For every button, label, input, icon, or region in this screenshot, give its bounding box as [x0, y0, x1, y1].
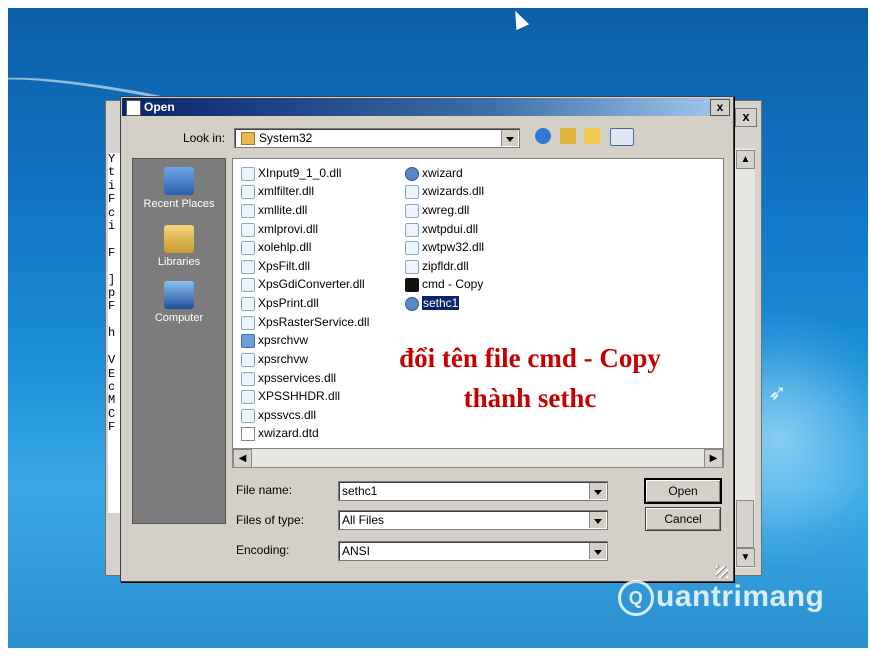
scroll-left-icon[interactable]: ◀: [233, 449, 252, 468]
look-in-combo[interactable]: System32: [234, 128, 520, 148]
scroll-up-icon[interactable]: ▲: [736, 150, 755, 169]
xps-viewer-icon: [241, 333, 255, 348]
folder-icon: [241, 132, 255, 146]
place-label: Recent Places: [143, 198, 215, 210]
files-of-type-label: Files of type:: [236, 513, 305, 527]
dll-icon: [241, 389, 255, 404]
computer-icon: [164, 281, 194, 309]
encoding-select[interactable]: ANSI: [338, 541, 608, 561]
dialog-titlebar[interactable]: Open: [122, 98, 730, 116]
open-button[interactable]: Open: [644, 478, 722, 504]
dll-icon: [241, 315, 255, 330]
scroll-down-icon[interactable]: ▼: [736, 548, 755, 567]
places-bar: Recent Places Libraries Computer: [132, 158, 226, 524]
list-item[interactable]: xpsrchvw: [241, 351, 308, 367]
horizontal-scrollbar[interactable]: ◀ ▶: [232, 448, 724, 468]
files-of-type-select[interactable]: All Files: [338, 510, 608, 530]
view-menu-icon[interactable]: [610, 128, 634, 146]
dialog-title: Open: [144, 100, 175, 114]
dll-icon: [241, 296, 255, 311]
sethc-app-icon: [405, 296, 419, 311]
recent-places-icon: [164, 167, 194, 195]
list-item[interactable]: xolehlp.dll: [241, 239, 311, 255]
resize-grip-icon[interactable]: [716, 566, 728, 578]
chevron-down-icon[interactable]: [589, 483, 606, 499]
list-item[interactable]: xpsservices.dll: [241, 370, 336, 386]
list-item[interactable]: xpsrchvw: [241, 332, 308, 348]
dll-icon: [405, 184, 419, 199]
new-folder-icon[interactable]: [584, 128, 600, 144]
look-in-label: Look in:: [183, 131, 226, 145]
files-of-type-value: All Files: [342, 513, 385, 527]
dll-icon: [241, 408, 255, 423]
encoding-label: Encoding:: [236, 543, 290, 557]
list-item[interactable]: xwizard: [405, 165, 463, 181]
notepad-close-button[interactable]: x: [735, 108, 757, 127]
dll-icon: [241, 371, 255, 386]
watermark-text: uantrimang: [656, 580, 825, 613]
watermark-logo-icon: Q: [618, 580, 654, 617]
list-item[interactable]: xpssvcs.dll: [241, 407, 316, 423]
place-recent[interactable]: Recent Places: [133, 167, 225, 210]
overlay-line-2: thành sethc: [463, 383, 597, 413]
scroll-thumb[interactable]: [736, 500, 754, 548]
up-folder-icon[interactable]: [560, 128, 576, 144]
list-item[interactable]: xwtpw32.dll: [405, 239, 484, 255]
list-item[interactable]: XpsFilt.dll: [241, 258, 310, 274]
list-item[interactable]: xwizards.dll: [405, 183, 484, 199]
dll-icon: [405, 240, 419, 255]
chevron-down-icon[interactable]: [589, 543, 606, 559]
cancel-button[interactable]: Cancel: [645, 507, 721, 531]
list-item[interactable]: XInput9_1_0.dll: [241, 165, 341, 181]
scroll-right-icon[interactable]: ▶: [704, 449, 723, 468]
list-item[interactable]: xmllite.dll: [241, 202, 307, 218]
dll-icon: [241, 166, 255, 181]
instruction-overlay: đổi tên file cmd - Copy thành sethc: [340, 338, 720, 418]
file-name-input[interactable]: sethc1: [338, 481, 608, 501]
bird-icon: ➶: [768, 380, 787, 405]
chevron-down-icon[interactable]: [501, 130, 518, 146]
list-item[interactable]: XpsGdiConverter.dll: [241, 276, 365, 292]
wizard-app-icon: [405, 166, 419, 181]
list-item[interactable]: xwtpdui.dll: [405, 221, 478, 237]
dll-icon: [241, 240, 255, 255]
list-item[interactable]: XPSSHHDR.dll: [241, 388, 340, 404]
dll-icon: [241, 203, 255, 218]
list-item[interactable]: xwreg.dll: [405, 202, 469, 218]
dll-icon: [241, 222, 255, 237]
look-in-value: System32: [259, 131, 313, 145]
list-item[interactable]: xwizard.dtd: [241, 425, 319, 441]
list-item[interactable]: zipfldr.dll: [405, 258, 469, 274]
place-label: Computer: [154, 312, 204, 324]
libraries-icon: [164, 225, 194, 253]
overlay-line-1: đổi tên file cmd - Copy: [399, 343, 661, 373]
file-name-value: sethc1: [342, 484, 378, 498]
dll-icon: [241, 259, 255, 274]
list-item[interactable]: XpsRasterService.dll: [241, 314, 369, 330]
place-computer[interactable]: Computer: [133, 281, 225, 324]
place-label: Libraries: [157, 256, 201, 268]
notepad-icon: [126, 100, 141, 116]
file-name-label: File name:: [236, 483, 293, 497]
dll-icon: [241, 277, 255, 292]
cmd-icon: [405, 277, 419, 292]
dll-icon: [405, 259, 419, 274]
dll-icon: [405, 222, 419, 237]
list-item[interactable]: cmd - Copy: [405, 276, 483, 292]
dll-icon: [405, 203, 419, 218]
list-item[interactable]: XpsPrint.dll: [241, 295, 319, 311]
dialog-close-button[interactable]: x: [710, 99, 730, 116]
list-item[interactable]: xmlprovi.dll: [241, 221, 318, 237]
list-item-selected[interactable]: sethc1: [405, 295, 460, 311]
place-libraries[interactable]: Libraries: [133, 225, 225, 268]
xps-document-icon: [241, 352, 255, 367]
list-item[interactable]: xmlfilter.dll: [241, 183, 314, 199]
file-icon: [241, 426, 255, 441]
watermark: Quantrimang: [618, 580, 825, 617]
back-icon[interactable]: [535, 128, 551, 144]
encoding-value: ANSI: [342, 544, 371, 558]
dll-icon: [241, 184, 255, 199]
chevron-down-icon[interactable]: [589, 512, 606, 528]
